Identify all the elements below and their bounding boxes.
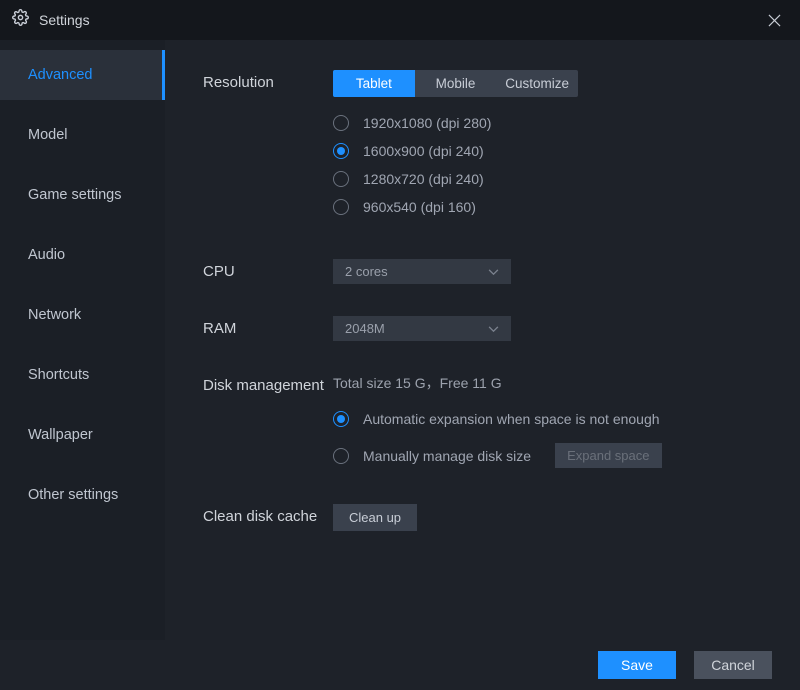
radio-icon: [333, 199, 349, 215]
titlebar: Settings: [0, 0, 800, 40]
titlebar-left: Settings: [12, 9, 90, 31]
radio-label: Manually manage disk size: [363, 448, 531, 464]
sidebar-item-network[interactable]: Network: [0, 290, 165, 340]
sidebar-item-label: Network: [28, 307, 81, 323]
radio-label: 960x540 (dpi 160): [363, 199, 476, 215]
cpu-content: 2 cores: [333, 259, 800, 284]
disk-content: Total size 15 G，Free 11 G Automatic expa…: [333, 373, 800, 484]
resolution-row: Resolution Tablet Mobile Customize 1920x…: [203, 70, 800, 227]
close-button[interactable]: [760, 6, 788, 34]
tab-label: Mobile: [436, 76, 476, 91]
tab-label: Customize: [505, 76, 569, 91]
resolution-option-1280x720[interactable]: 1280x720 (dpi 240): [333, 171, 800, 187]
radio-icon: [333, 171, 349, 187]
cpu-label: CPU: [203, 259, 333, 284]
ram-label: RAM: [203, 316, 333, 341]
radio-icon: [333, 143, 349, 159]
select-value: 2 cores: [345, 264, 388, 279]
content-area: Advanced Model Game settings Audio Netwo…: [0, 40, 800, 640]
resolution-content: Tablet Mobile Customize 1920x1080 (dpi 2…: [333, 70, 800, 227]
sidebar-item-label: Audio: [28, 247, 65, 263]
chevron-down-icon: [488, 321, 499, 336]
sidebar-item-label: Game settings: [28, 187, 122, 203]
resolution-option-1920x1080[interactable]: 1920x1080 (dpi 280): [333, 115, 800, 131]
ram-row: RAM 2048M: [203, 316, 800, 341]
disk-option-manual[interactable]: Manually manage disk size Expand space: [333, 443, 800, 468]
sidebar-item-wallpaper[interactable]: Wallpaper: [0, 410, 165, 460]
ram-select[interactable]: 2048M: [333, 316, 511, 341]
main-panel: Resolution Tablet Mobile Customize 1920x…: [165, 40, 800, 640]
disk-label: Disk management: [203, 373, 333, 484]
sidebar-item-shortcuts[interactable]: Shortcuts: [0, 350, 165, 400]
tab-customize[interactable]: Customize: [496, 70, 578, 97]
cache-row: Clean disk cache Clean up: [203, 504, 800, 531]
radio-icon: [333, 448, 349, 464]
expand-space-button[interactable]: Expand space: [555, 443, 661, 468]
sidebar-item-advanced[interactable]: Advanced: [0, 50, 165, 100]
cpu-row: CPU 2 cores: [203, 259, 800, 284]
disk-info-text: Total size 15 G，Free 11 G: [333, 373, 800, 393]
sidebar-item-other-settings[interactable]: Other settings: [0, 470, 165, 520]
tab-label: Tablet: [356, 76, 392, 91]
sidebar-item-label: Shortcuts: [28, 367, 89, 383]
settings-icon: [12, 9, 29, 31]
disk-radio-list: Automatic expansion when space is not en…: [333, 411, 800, 468]
cancel-button[interactable]: Cancel: [694, 651, 772, 679]
radio-label: 1600x900 (dpi 240): [363, 143, 484, 159]
select-value: 2048M: [345, 321, 385, 336]
sidebar-item-label: Advanced: [28, 67, 93, 83]
radio-icon: [333, 115, 349, 131]
radio-label: 1280x720 (dpi 240): [363, 171, 484, 187]
disk-option-auto[interactable]: Automatic expansion when space is not en…: [333, 411, 800, 427]
cleanup-button[interactable]: Clean up: [333, 504, 417, 531]
sidebar: Advanced Model Game settings Audio Netwo…: [0, 40, 165, 640]
tab-tablet[interactable]: Tablet: [333, 70, 415, 97]
resolution-option-960x540[interactable]: 960x540 (dpi 160): [333, 199, 800, 215]
sidebar-item-audio[interactable]: Audio: [0, 230, 165, 280]
sidebar-item-game-settings[interactable]: Game settings: [0, 170, 165, 220]
resolution-label: Resolution: [203, 70, 333, 227]
cpu-select[interactable]: 2 cores: [333, 259, 511, 284]
chevron-down-icon: [488, 264, 499, 279]
sidebar-item-label: Model: [28, 127, 68, 143]
sidebar-item-label: Wallpaper: [28, 427, 93, 443]
sidebar-item-model[interactable]: Model: [0, 110, 165, 160]
tab-mobile[interactable]: Mobile: [415, 70, 497, 97]
resolution-radio-list: 1920x1080 (dpi 280) 1600x900 (dpi 240) 1…: [333, 115, 800, 215]
sidebar-item-label: Other settings: [28, 487, 118, 503]
radio-icon: [333, 411, 349, 427]
ram-content: 2048M: [333, 316, 800, 341]
save-button[interactable]: Save: [598, 651, 676, 679]
window-title: Settings: [39, 12, 90, 28]
cache-content: Clean up: [333, 504, 800, 531]
radio-label: Automatic expansion when space is not en…: [363, 411, 660, 427]
radio-label: 1920x1080 (dpi 280): [363, 115, 491, 131]
cache-label: Clean disk cache: [203, 504, 333, 531]
footer: Save Cancel: [0, 640, 800, 690]
resolution-tabs: Tablet Mobile Customize: [333, 70, 578, 97]
resolution-option-1600x900[interactable]: 1600x900 (dpi 240): [333, 143, 800, 159]
disk-row: Disk management Total size 15 G，Free 11 …: [203, 373, 800, 484]
